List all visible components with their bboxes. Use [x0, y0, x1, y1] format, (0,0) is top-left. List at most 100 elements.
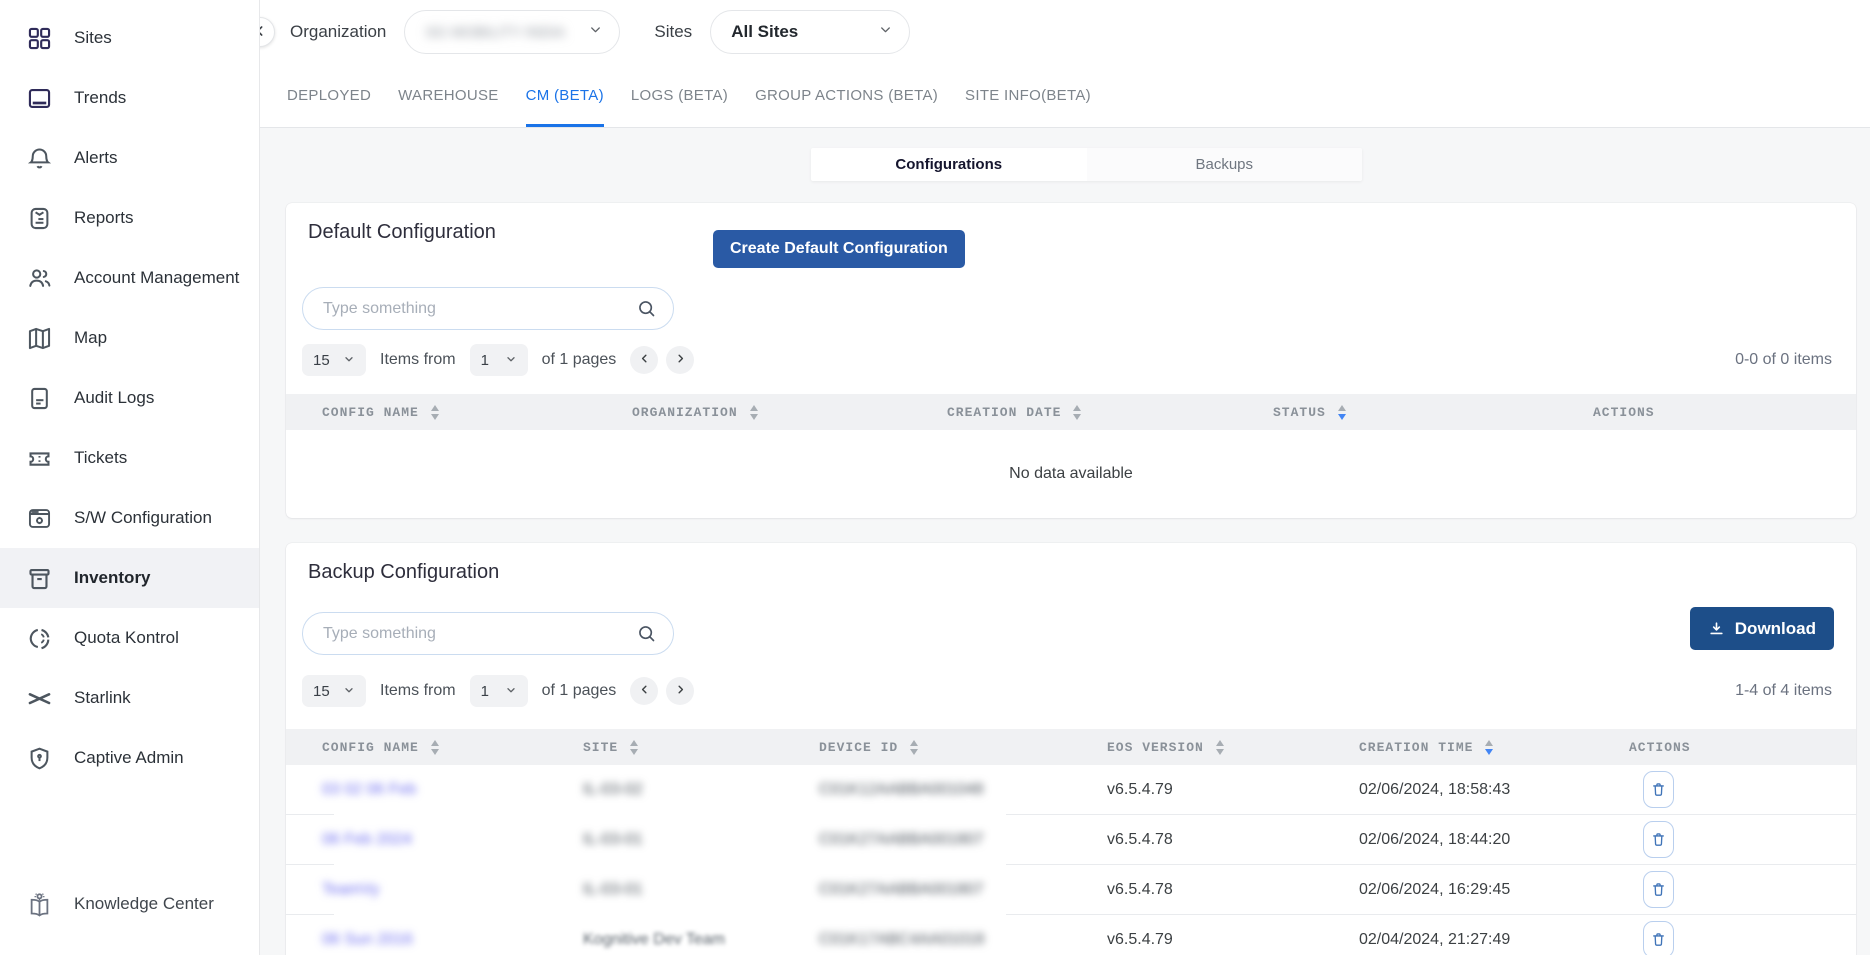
- sidebar-item-label: Trends: [74, 88, 126, 108]
- page-select[interactable]: 1: [470, 675, 528, 707]
- sites-value: All Sites: [731, 22, 798, 42]
- column-header-site[interactable]: SITE: [583, 740, 819, 755]
- sort-icon: [431, 740, 439, 755]
- sort-icon-active-desc: [1338, 405, 1346, 420]
- sidebar-item-quota-kontrol[interactable]: Quota Kontrol: [0, 608, 259, 668]
- sidebar-item-starlink[interactable]: Starlink: [0, 668, 259, 728]
- sidebar-item-map[interactable]: Map: [0, 308, 259, 368]
- sort-icon: [431, 405, 439, 420]
- next-page-button[interactable]: [666, 346, 694, 374]
- backup-config-table-header: CONFIG NAME SITE DEVICE ID EOS VERSION C…: [286, 729, 1856, 765]
- delete-button[interactable]: [1643, 771, 1674, 808]
- chevron-down-icon: [343, 352, 355, 369]
- search-input[interactable]: [323, 625, 636, 643]
- sidebar-item-label: Alerts: [74, 148, 117, 168]
- chevron-down-icon: [588, 22, 603, 42]
- delete-button[interactable]: [1643, 921, 1674, 955]
- tab-bar: DEPLOYED WAREHOUSE CM (BETA) LOGS (BETA)…: [260, 64, 1870, 128]
- search-icon[interactable]: [636, 623, 657, 644]
- sidebar-item-alerts[interactable]: Alerts: [0, 128, 259, 188]
- sort-icon: [1216, 740, 1224, 755]
- config-name-link[interactable]: 03 02 06 Feb: [322, 781, 583, 799]
- sidebar-item-account-management[interactable]: Account Management: [0, 248, 259, 308]
- tab-deployed[interactable]: DEPLOYED: [287, 64, 371, 127]
- column-header-creation-time[interactable]: CREATION TIME: [1359, 740, 1629, 755]
- column-header-device-id[interactable]: DEVICE ID: [819, 740, 1107, 755]
- default-config-search: [302, 287, 674, 330]
- sidebar-item-audit-logs[interactable]: Audit Logs: [0, 368, 259, 428]
- page-size-select[interactable]: 15: [302, 344, 366, 376]
- column-header-config-name[interactable]: CONFIG NAME: [322, 740, 583, 755]
- page-size-value: 15: [313, 352, 330, 369]
- chevron-down-icon: [505, 352, 517, 369]
- sidebar-item-label: Inventory: [74, 568, 151, 588]
- sidebar-item-sw-configuration[interactable]: S/W Configuration: [0, 488, 259, 548]
- sort-icon: [1073, 405, 1081, 420]
- organization-select[interactable]: SG MOBILITY INDIA: [404, 10, 620, 54]
- page-size-select[interactable]: 15: [302, 675, 366, 707]
- tab-warehouse[interactable]: WAREHOUSE: [398, 64, 499, 127]
- create-default-configuration-button[interactable]: Create Default Configuration: [713, 230, 965, 268]
- previous-page-button[interactable]: [630, 346, 658, 374]
- previous-page-button[interactable]: [630, 677, 658, 705]
- delete-button[interactable]: [1643, 871, 1674, 908]
- sort-icon: [630, 740, 638, 755]
- topbar: Organization SG MOBILITY INDIA Sites All…: [260, 0, 1870, 64]
- eos-version-cell: v6.5.4.78: [1107, 881, 1359, 899]
- column-header-config-name[interactable]: CONFIG NAME: [322, 405, 632, 420]
- archive-box-icon: [26, 565, 53, 592]
- trash-icon: [1649, 880, 1668, 899]
- trash-icon: [1649, 930, 1668, 949]
- sites-select[interactable]: All Sites: [710, 10, 910, 54]
- column-header-status[interactable]: STATUS: [1273, 405, 1593, 420]
- sidebar-item-tickets[interactable]: Tickets: [0, 428, 259, 488]
- config-name-link[interactable]: 06 Feb 2024: [322, 831, 583, 849]
- creation-time-cell: 02/04/2024, 21:27:49: [1359, 931, 1629, 949]
- chevron-left-icon: [638, 683, 651, 699]
- quota-chart-icon: [26, 625, 53, 652]
- sidebar-item-sites[interactable]: Sites: [0, 8, 259, 68]
- sidebar-item-reports[interactable]: Reports: [0, 188, 259, 248]
- knowledge-book-icon: [26, 891, 53, 918]
- column-header-organization[interactable]: ORGANIZATION: [632, 405, 947, 420]
- sidebar-item-trends[interactable]: Trends: [0, 68, 259, 128]
- column-header-creation-date[interactable]: CREATION DATE: [947, 405, 1273, 420]
- page-size-value: 15: [313, 683, 330, 700]
- report-icon: [26, 205, 53, 232]
- trash-icon: [1649, 830, 1668, 849]
- sidebar-item-label: Starlink: [74, 688, 131, 708]
- tab-logs-beta[interactable]: LOGS (BETA): [631, 64, 728, 127]
- config-name-link[interactable]: 06 Sun 2016: [322, 931, 583, 949]
- tab-group-actions-beta[interactable]: GROUP ACTIONS (BETA): [755, 64, 938, 127]
- search-icon[interactable]: [636, 298, 657, 319]
- sidebar-item-knowledge-center[interactable]: Knowledge Center: [0, 881, 259, 927]
- column-header-eos-version[interactable]: EOS VERSION: [1107, 740, 1359, 755]
- items-from-label: Items from: [380, 351, 456, 369]
- config-name-link[interactable]: TeamVy: [322, 881, 583, 899]
- download-button[interactable]: Download: [1690, 607, 1834, 650]
- sidebar-item-captive-admin[interactable]: Captive Admin: [0, 728, 259, 788]
- section-title: Default Configuration: [308, 221, 496, 244]
- tab-site-info-beta[interactable]: SITE INFO(BETA): [965, 64, 1091, 127]
- toggle-backups[interactable]: Backups: [1087, 148, 1363, 181]
- sort-icon-active-desc: [1485, 740, 1493, 755]
- items-count: 1-4 of 4 items: [1735, 682, 1832, 700]
- backup-configuration-card: Backup Configuration Download 15 Items f…: [286, 543, 1856, 955]
- sidebar-item-label: Map: [74, 328, 107, 348]
- tab-cm-beta[interactable]: CM (BETA): [526, 64, 604, 127]
- of-pages-label: of 1 pages: [542, 351, 617, 369]
- site-cell: Kognitive Dev Team: [583, 931, 819, 949]
- page-select[interactable]: 1: [470, 344, 528, 376]
- search-input[interactable]: [323, 300, 636, 318]
- device-id-cell: C01K27AABBA001807: [819, 831, 1107, 849]
- column-header-actions: ACTIONS: [1593, 405, 1856, 420]
- toggle-configurations[interactable]: Configurations: [811, 148, 1087, 181]
- chevron-right-icon: [674, 352, 687, 368]
- backup-config-search: [302, 612, 674, 655]
- site-cell: IL-03-01: [583, 881, 819, 899]
- sidebar-item-inventory[interactable]: Inventory: [0, 548, 259, 608]
- next-page-button[interactable]: [666, 677, 694, 705]
- section-title: Backup Configuration: [308, 561, 499, 584]
- organization-label: Organization: [290, 22, 386, 42]
- delete-button[interactable]: [1643, 821, 1674, 858]
